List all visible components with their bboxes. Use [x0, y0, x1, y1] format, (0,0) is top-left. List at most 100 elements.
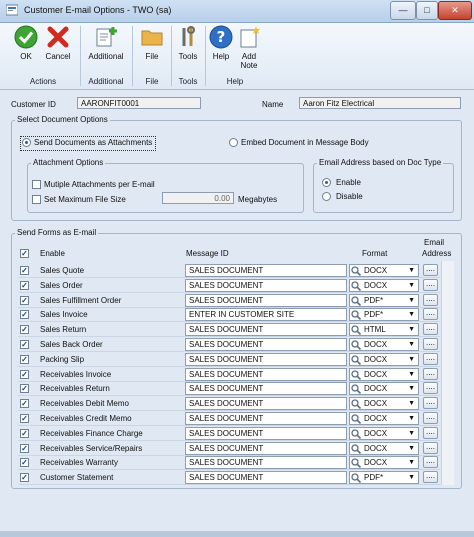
message-id-field[interactable]: SALES DOCUMENT [185, 353, 347, 366]
message-id-field[interactable]: SALES DOCUMENT [185, 456, 347, 469]
lookup-icon[interactable] [351, 458, 362, 468]
email-address-button[interactable]: .... [423, 368, 438, 380]
row-enable-checkbox[interactable]: ✓ [20, 370, 29, 379]
lookup-icon[interactable] [351, 399, 362, 409]
row-enable-checkbox[interactable]: ✓ [20, 458, 29, 467]
format-dropdown[interactable]: DOCX ▼ [349, 382, 419, 395]
format-dropdown[interactable]: DOCX ▼ [349, 397, 419, 410]
ok-button[interactable]: OK [8, 25, 44, 61]
forms-scrollbar[interactable] [441, 261, 454, 485]
format-dropdown[interactable]: HTML ▼ [349, 323, 419, 336]
row-enable-checkbox[interactable]: ✓ [20, 355, 29, 364]
enable-all-checkbox[interactable]: ✓ [20, 249, 29, 258]
email-address-button[interactable]: .... [423, 279, 438, 291]
additional-button[interactable]: Additional [83, 25, 129, 61]
close-button[interactable]: ✕ [438, 1, 472, 20]
message-id-field[interactable]: SALES DOCUMENT [185, 279, 347, 292]
format-dropdown[interactable]: DOCX ▼ [349, 264, 419, 277]
email-address-button[interactable]: .... [423, 442, 438, 454]
row-enable-checkbox[interactable]: ✓ [20, 296, 29, 305]
row-enable-checkbox[interactable]: ✓ [20, 310, 29, 319]
lookup-icon[interactable] [351, 325, 362, 335]
send-attachments-radio[interactable] [22, 138, 31, 147]
email-address-button[interactable]: .... [423, 353, 438, 365]
tools-button[interactable]: Tools [173, 25, 203, 61]
message-id-field[interactable]: SALES DOCUMENT [185, 412, 347, 425]
row-enable-checkbox[interactable]: ✓ [20, 325, 29, 334]
enable-radio[interactable] [322, 178, 331, 187]
message-id-field[interactable]: SALES DOCUMENT [185, 442, 347, 455]
lookup-icon[interactable] [351, 340, 362, 350]
format-dropdown[interactable]: DOCX ▼ [349, 338, 419, 351]
minimize-button[interactable]: — [390, 1, 416, 20]
email-address-button[interactable]: .... [423, 412, 438, 424]
row-enable-checkbox[interactable]: ✓ [20, 266, 29, 275]
row-enable-checkbox[interactable]: ✓ [20, 281, 29, 290]
lookup-icon[interactable] [351, 473, 362, 483]
embed-document-radio[interactable] [229, 138, 238, 147]
add-note-button[interactable]: Add Note [235, 25, 263, 70]
lookup-icon[interactable] [351, 429, 362, 439]
message-id-field[interactable]: ENTER IN CUSTOMER SITE [185, 308, 347, 321]
format-dropdown[interactable]: DOCX ▼ [349, 368, 419, 381]
format-dropdown[interactable]: DOCX ▼ [349, 442, 419, 455]
disable-radio[interactable] [322, 192, 331, 201]
message-id-field[interactable]: SALES DOCUMENT [185, 338, 347, 351]
format-dropdown[interactable]: DOCX ▼ [349, 427, 419, 440]
message-id-field[interactable]: SALES DOCUMENT [185, 323, 347, 336]
max-file-size-checkbox[interactable] [32, 195, 41, 204]
format-dropdown[interactable]: DOCX ▼ [349, 456, 419, 469]
email-address-button[interactable]: .... [423, 382, 438, 394]
row-enable-checkbox[interactable]: ✓ [20, 473, 29, 482]
format-dropdown[interactable]: DOCX ▼ [349, 279, 419, 292]
email-address-button[interactable]: .... [423, 427, 438, 439]
row-enable-checkbox[interactable]: ✓ [20, 384, 29, 393]
row-enable-checkbox[interactable]: ✓ [20, 414, 29, 423]
embed-document-label: Embed Document in Message Body [241, 138, 369, 147]
format-dropdown[interactable]: PDF* ▼ [349, 308, 419, 321]
row-enable-checkbox[interactable]: ✓ [20, 444, 29, 453]
email-address-button[interactable]: .... [423, 471, 438, 483]
format-value: DOCX [364, 429, 388, 438]
multiple-attachments-checkbox[interactable] [32, 180, 41, 189]
email-address-button[interactable]: .... [423, 456, 438, 468]
message-id-field[interactable]: SALES DOCUMENT [185, 397, 347, 410]
lookup-icon[interactable] [351, 384, 362, 394]
row-enable-checkbox[interactable]: ✓ [20, 429, 29, 438]
lookup-icon[interactable] [351, 296, 362, 306]
format-dropdown[interactable]: DOCX ▼ [349, 412, 419, 425]
customer-name-field[interactable]: Aaron Fitz Electrical [299, 97, 461, 109]
lookup-icon[interactable] [351, 310, 362, 320]
file-button[interactable]: File [136, 25, 168, 61]
message-id-field[interactable]: SALES DOCUMENT [185, 368, 347, 381]
email-address-button[interactable]: .... [423, 294, 438, 306]
chevron-down-icon: ▼ [408, 371, 415, 378]
message-id-field[interactable]: SALES DOCUMENT [185, 471, 347, 484]
lookup-icon[interactable] [351, 266, 362, 276]
row-enable-checkbox[interactable]: ✓ [20, 399, 29, 408]
cancel-button[interactable]: Cancel [40, 25, 76, 61]
message-id-field[interactable]: SALES DOCUMENT [185, 264, 347, 277]
email-address-button[interactable]: .... [423, 308, 438, 320]
help-button[interactable]: ? Help [207, 25, 235, 61]
format-dropdown[interactable]: PDF* ▼ [349, 294, 419, 307]
format-dropdown[interactable]: DOCX ▼ [349, 353, 419, 366]
max-file-size-field[interactable]: 0.00 [162, 192, 234, 204]
email-address-button[interactable]: .... [423, 323, 438, 335]
message-id-field[interactable]: SALES DOCUMENT [185, 427, 347, 440]
lookup-icon[interactable] [351, 355, 362, 365]
customer-id-field[interactable]: AARONFIT0001 [77, 97, 201, 109]
message-id-field[interactable]: SALES DOCUMENT [185, 294, 347, 307]
lookup-icon[interactable] [351, 444, 362, 454]
email-address-button[interactable]: .... [423, 338, 438, 350]
email-address-button[interactable]: .... [423, 397, 438, 409]
lookup-icon[interactable] [351, 414, 362, 424]
attachment-options-title: Attachment Options [31, 158, 106, 167]
format-dropdown[interactable]: PDF* ▼ [349, 471, 419, 484]
message-id-field[interactable]: SALES DOCUMENT [185, 382, 347, 395]
lookup-icon[interactable] [351, 370, 362, 380]
row-enable-checkbox[interactable]: ✓ [20, 340, 29, 349]
maximize-button[interactable]: □ [416, 1, 438, 20]
email-address-button[interactable]: .... [423, 264, 438, 276]
lookup-icon[interactable] [351, 281, 362, 291]
